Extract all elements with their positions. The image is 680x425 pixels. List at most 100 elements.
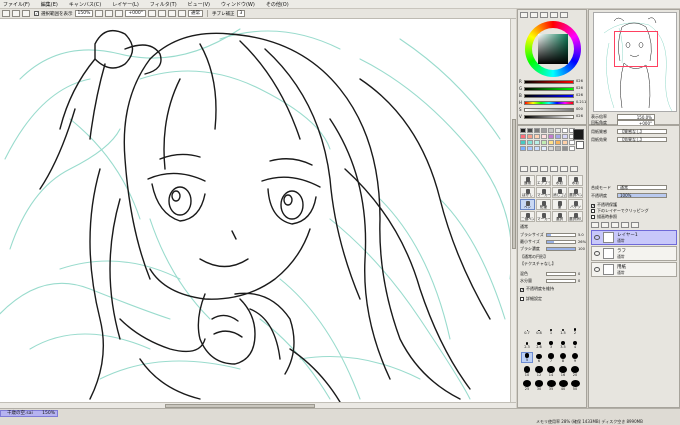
brush-size-preset[interactable]: 2.6 — [533, 338, 545, 349]
blend-mode-select[interactable]: 通常 — [617, 185, 667, 190]
color-swatch[interactable] — [527, 128, 533, 133]
zoom-out-button[interactable] — [95, 10, 104, 17]
stabilizer-select[interactable]: 3 — [236, 10, 246, 17]
rotate-right-button[interactable] — [158, 10, 166, 17]
deselect-button[interactable] — [2, 10, 10, 17]
selection-visible-checkbox[interactable]: ✓ — [34, 11, 39, 16]
brush-size-preset[interactable]: 40 — [557, 380, 569, 391]
color-slider-h[interactable] — [524, 101, 574, 105]
zoom-in-button[interactable] — [105, 10, 114, 17]
menu-layer[interactable]: レイヤー(L) — [112, 1, 139, 8]
opacity-slider[interactable]: 100% — [617, 193, 667, 198]
brush-size-preset[interactable]: 2.3 — [521, 338, 533, 349]
zoom-reset-button[interactable] — [115, 10, 124, 17]
saturation-value-box[interactable] — [538, 34, 568, 64]
color-swatch[interactable] — [527, 146, 533, 151]
drawing-canvas[interactable] — [0, 19, 516, 402]
tool-button[interactable]: 消しゴム — [552, 187, 567, 198]
tool-button[interactable]: 鉛筆 — [536, 199, 551, 210]
select-all-button[interactable] — [22, 10, 30, 17]
color-swatch[interactable] — [562, 140, 568, 145]
layer-item[interactable]: ラフ 通常 — [591, 246, 677, 261]
tool-button[interactable]: 選択ペン — [568, 187, 583, 198]
menu-file[interactable]: ファイル(F) — [3, 1, 30, 8]
color-swatch[interactable] — [555, 140, 561, 145]
foreground-color-swatch[interactable] — [573, 129, 584, 140]
tool-button[interactable]: 水彩 — [568, 175, 583, 186]
tool-button[interactable]: ぼかし — [520, 187, 535, 198]
layer-item[interactable]: レイヤー1 通常 — [591, 230, 677, 245]
color-swatch[interactable] — [548, 146, 554, 151]
scratchpad-toggle-icon[interactable] — [560, 12, 568, 18]
tool-button[interactable]: 選択 — [552, 211, 567, 222]
tool-button[interactable]: 二値ペン — [520, 211, 535, 222]
background-color-swatch[interactable] — [576, 141, 584, 149]
color-swatch[interactable] — [527, 134, 533, 139]
color-swatch[interactable] — [562, 134, 568, 139]
rotate-left-button[interactable] — [148, 10, 156, 17]
color-swatch[interactable] — [548, 140, 554, 145]
tool-button[interactable]: バケツ — [568, 199, 583, 210]
brush-size-preset[interactable]: 25 — [521, 380, 533, 391]
paper-effect-select[interactable]: 【効果なし】 — [617, 137, 667, 142]
brush-size-preset[interactable]: 7 — [545, 352, 557, 363]
eye-icon[interactable] — [594, 235, 600, 240]
brush-size-preset[interactable]: 12 — [533, 366, 545, 377]
color-swatch[interactable] — [520, 146, 526, 151]
brush-min-size-slider[interactable] — [546, 240, 576, 244]
tool-button[interactable]: 通常 — [520, 175, 535, 186]
color-swatch[interactable] — [555, 128, 561, 133]
color-swatch[interactable] — [534, 128, 540, 133]
color-swatch[interactable] — [555, 134, 561, 139]
color-swatch[interactable] — [534, 146, 540, 151]
hsv-slider-toggle-icon[interactable] — [540, 12, 548, 18]
advanced-settings-checkbox[interactable] — [520, 297, 524, 301]
rotate-field[interactable]: +000° — [125, 10, 146, 17]
color-slider-s[interactable] — [524, 108, 574, 112]
menu-other[interactable]: その他(O) — [266, 1, 289, 8]
brush-size-preset[interactable]: 10 — [521, 366, 533, 377]
menu-view[interactable]: ビュー(V) — [188, 1, 210, 8]
brush-size-preset[interactable]: 9 — [569, 352, 581, 363]
blend-slider[interactable] — [546, 272, 576, 276]
keep-opacity-checkbox[interactable]: ✓ — [520, 288, 524, 292]
color-slider-r[interactable] — [524, 80, 574, 84]
tool-button[interactable]: ペン — [520, 199, 535, 210]
brush-size-preset[interactable]: 16 — [557, 366, 569, 377]
tool-button[interactable]: 水彩 — [552, 175, 567, 186]
color-wheel[interactable] — [525, 21, 581, 77]
brush-size-preset[interactable]: 5 — [521, 352, 533, 363]
swatch-toggle-icon[interactable] — [550, 12, 558, 18]
color-swatch[interactable] — [541, 146, 547, 151]
tool-button[interactable]: エアブラシ — [536, 175, 551, 186]
rotate-reset-button[interactable] — [168, 10, 176, 17]
color-swatch[interactable] — [541, 128, 547, 133]
brush-size-preset[interactable]: 3.5 — [557, 338, 569, 349]
brush-size-preset[interactable]: 4 — [569, 338, 581, 349]
brush-size-preset[interactable]: 0.7 — [521, 324, 533, 335]
menu-canvas[interactable]: キャンバス(C) — [69, 1, 101, 8]
rotate-tool-icon[interactable] — [570, 166, 578, 172]
color-swatch[interactable] — [569, 140, 575, 145]
tool-button[interactable]: 筆 — [552, 199, 567, 210]
brush-size-preset[interactable]: 8 — [557, 352, 569, 363]
layer-item[interactable]: 用紙 通常 — [591, 262, 677, 277]
brush-size-preset[interactable]: 30 — [533, 380, 545, 391]
vertical-scroll-thumb[interactable] — [512, 119, 516, 249]
brush-size-slider[interactable] — [546, 233, 576, 237]
move-icon[interactable] — [550, 166, 558, 172]
brush-density-slider[interactable] — [546, 247, 576, 251]
invert-selection-button[interactable] — [12, 10, 20, 17]
flip-button[interactable] — [178, 10, 186, 17]
brush-size-preset[interactable]: 1.5 — [557, 324, 569, 335]
selection-icon[interactable] — [520, 166, 528, 172]
color-swatch[interactable] — [548, 128, 554, 133]
brush-shape-select[interactable]: 【通常の円形】 — [520, 254, 548, 259]
color-slider-b[interactable] — [524, 94, 574, 98]
brush-size-preset[interactable]: 0.8 — [533, 324, 545, 335]
color-swatch[interactable] — [534, 140, 540, 145]
brush-size-preset[interactable]: 3 — [545, 338, 557, 349]
eye-icon[interactable] — [594, 251, 600, 256]
brush-size-preset[interactable]: 1 — [545, 324, 557, 335]
clear-layer-icon[interactable] — [621, 222, 629, 228]
